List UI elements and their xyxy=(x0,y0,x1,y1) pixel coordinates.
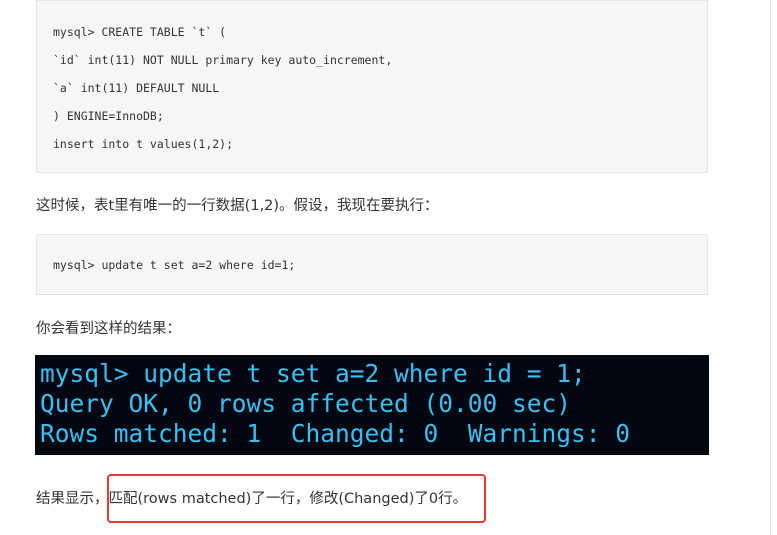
scrollbar-track[interactable] xyxy=(770,0,777,535)
code-block-create-table: mysql> CREATE TABLE `t` ( `id` int(11) N… xyxy=(36,0,708,173)
terminal-line-command: mysql> update t set a=2 where id = 1; xyxy=(40,359,586,388)
code-line: `id` int(11) NOT NULL primary key auto_i… xyxy=(53,53,393,67)
terminal-line-rows-matched: Rows matched: 1 Changed: 0 Warnings: 0 xyxy=(40,419,631,448)
code-line: mysql> CREATE TABLE `t` ( xyxy=(53,25,227,39)
paragraph-intro: 这时候，表t里有唯一的一行数据(1,2)。假设，我现在要执行： xyxy=(36,198,439,214)
article-content: mysql> CREATE TABLE `t` ( `id` int(11) N… xyxy=(0,0,770,535)
red-highlight-box xyxy=(107,474,486,523)
code-line: `a` int(11) DEFAULT NULL xyxy=(53,81,220,95)
paragraph-result-intro: 你会看到这样的结果： xyxy=(36,321,181,337)
code-block-update: mysql> update t set a=2 where id=1; xyxy=(36,234,708,295)
paragraph-result-prefix: 结果显示， xyxy=(36,491,109,507)
terminal-screenshot: mysql> update t set a=2 where id = 1; Qu… xyxy=(35,355,709,455)
terminal-line-query-ok: Query OK, 0 rows affected (0.00 sec) xyxy=(40,389,572,418)
code-line: ) ENGINE=InnoDB; xyxy=(53,109,164,123)
code-line: insert into t values(1,2); xyxy=(53,137,234,151)
code-line: mysql> update t set a=2 where id=1; xyxy=(53,258,296,272)
